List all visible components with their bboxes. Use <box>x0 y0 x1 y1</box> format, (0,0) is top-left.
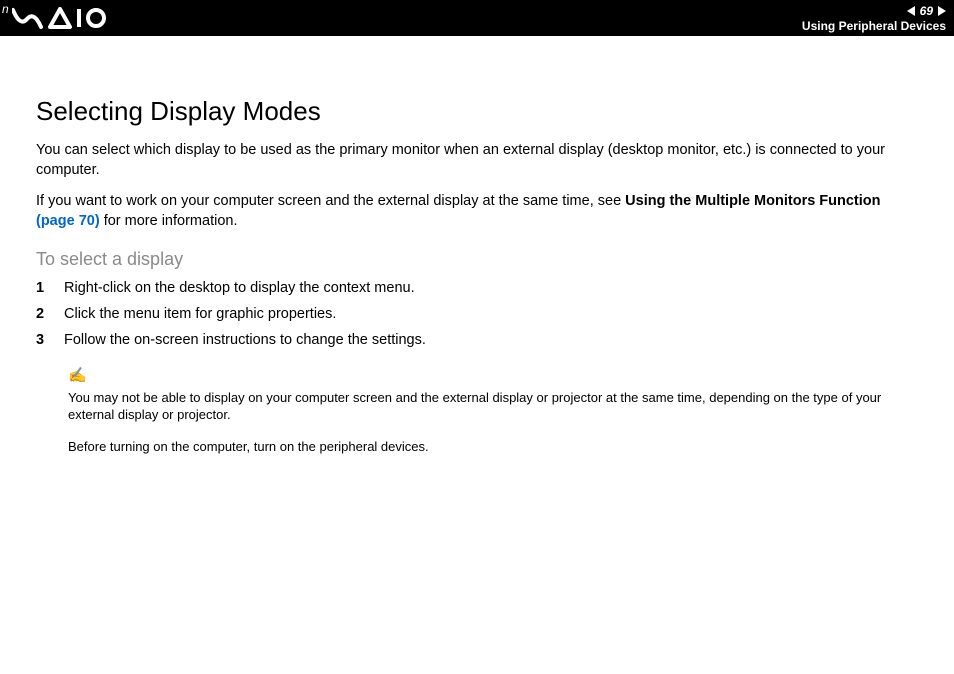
p2-text-a: If you want to work on your computer scr… <box>36 193 625 209</box>
note-block: ✍ You may not be able to display on your… <box>68 366 918 455</box>
section-name: Using Peripheral Devices <box>802 19 946 33</box>
step-number: 1 <box>36 280 64 296</box>
page-link[interactable]: (page 70) <box>36 213 100 229</box>
p2-text-b: for more information. <box>100 213 238 229</box>
note-icon: ✍ <box>68 366 918 386</box>
next-page-icon[interactable] <box>938 6 946 16</box>
header-right: 69 Using Peripheral Devices <box>802 0 946 36</box>
step-text: Click the menu item for graphic properti… <box>64 306 336 322</box>
steps-list: 1 Right-click on the desktop to display … <box>36 280 918 348</box>
step-text: Right-click on the desktop to display th… <box>64 280 415 296</box>
prev-page-icon[interactable] <box>907 6 915 16</box>
header-bar: n 69 Using Peripheral Devices <box>0 0 954 36</box>
page-nav: 69 <box>907 3 946 19</box>
step-text: Follow the on-screen instructions to cha… <box>64 332 426 348</box>
note-text-2: Before turning on the computer, turn on … <box>68 438 918 456</box>
page-number: 69 <box>917 4 936 18</box>
page-content: Selecting Display Modes You can select w… <box>0 36 954 455</box>
vaio-logo <box>8 7 108 29</box>
n-label: n <box>2 2 9 16</box>
step-item: 1 Right-click on the desktop to display … <box>36 280 918 296</box>
step-number: 3 <box>36 332 64 348</box>
procedure-heading: To select a display <box>36 249 918 270</box>
step-item: 3 Follow the on-screen instructions to c… <box>36 332 918 348</box>
vaio-logo-svg <box>12 7 108 29</box>
intro-paragraph-2: If you want to work on your computer scr… <box>36 192 918 231</box>
p2-bold: Using the Multiple Monitors Function <box>625 193 880 209</box>
page-title: Selecting Display Modes <box>36 96 918 127</box>
step-item: 2 Click the menu item for graphic proper… <box>36 306 918 322</box>
step-number: 2 <box>36 306 64 322</box>
note-text-1: You may not be able to display on your c… <box>68 389 918 424</box>
intro-paragraph-1: You can select which display to be used … <box>36 141 918 180</box>
